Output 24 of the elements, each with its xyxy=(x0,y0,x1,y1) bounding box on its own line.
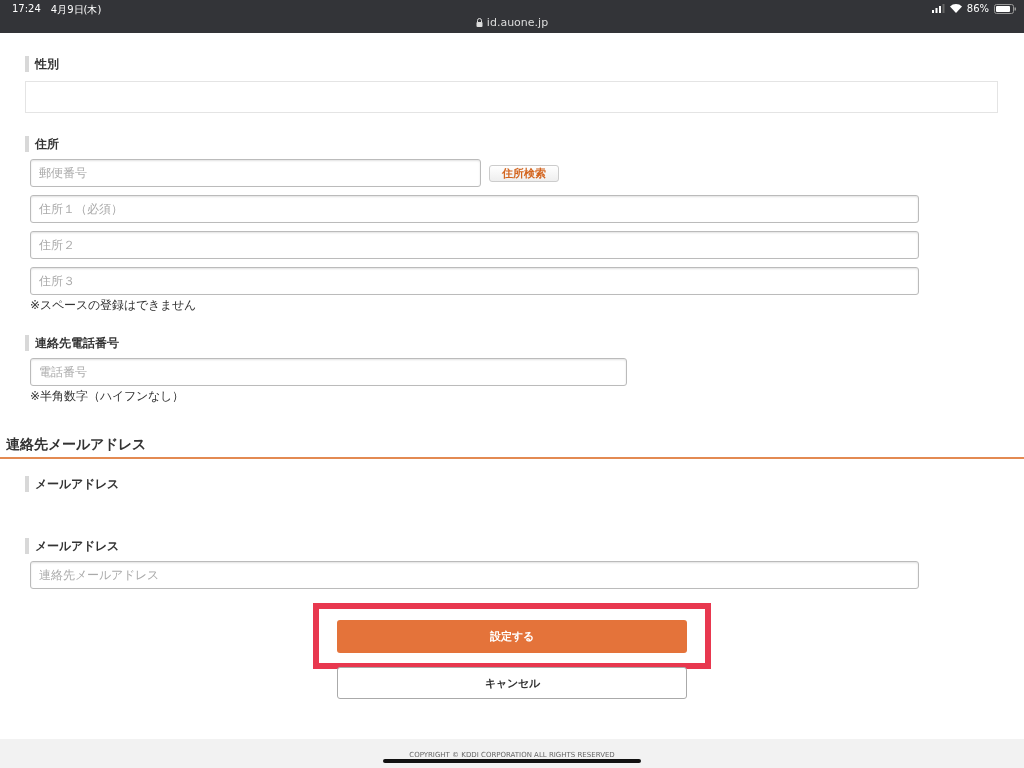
battery-icon xyxy=(994,3,1016,14)
email-input[interactable]: 連絡先メールアドレス xyxy=(30,561,919,589)
battery-percent: 86% xyxy=(966,3,989,14)
field-label: 性別 xyxy=(35,55,59,73)
wifi-icon xyxy=(949,4,962,13)
field-label: メールアドレス xyxy=(35,475,119,493)
status-date: 4月9日(木) xyxy=(50,3,102,17)
signal-icon xyxy=(931,4,945,13)
gender-field[interactable] xyxy=(25,81,998,113)
field-label: 連絡先電話番号 xyxy=(35,334,119,352)
url-text[interactable]: id.auone.jp xyxy=(486,16,549,29)
cancel-button[interactable]: キャンセル xyxy=(337,667,687,699)
field-label: メールアドレス xyxy=(35,537,119,555)
note-text: ※スペースの登録はできません xyxy=(30,298,198,312)
phone-input[interactable]: 電話番号 xyxy=(30,358,627,386)
address-input[interactable]: 住所３ xyxy=(30,267,919,295)
address-input[interactable]: 住所２ xyxy=(30,231,919,259)
address-input[interactable]: 住所１（必須） xyxy=(30,195,919,223)
lock-icon xyxy=(475,18,483,27)
status-time: 17:24 xyxy=(12,3,41,16)
field-label: 住所 xyxy=(35,135,59,153)
postal-code-input[interactable]: 郵便番号 xyxy=(30,159,481,187)
note-text: ※半角数字（ハイフンなし） xyxy=(30,389,186,403)
section-heading: 連絡先メールアドレス xyxy=(6,436,147,454)
